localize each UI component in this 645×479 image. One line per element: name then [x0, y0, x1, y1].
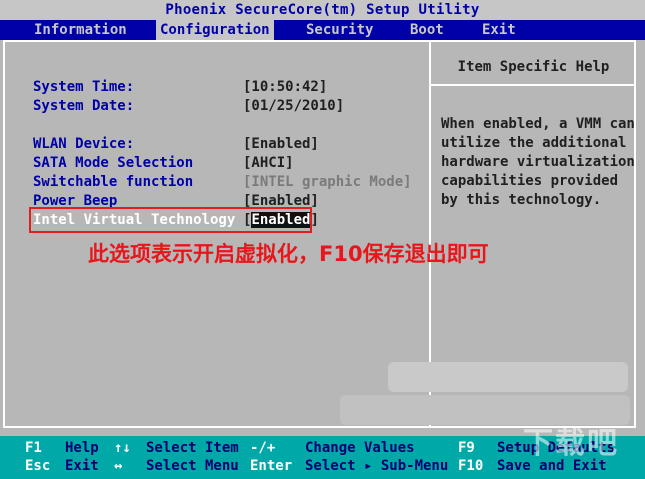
help-line: by this technology.	[441, 192, 602, 208]
system-time-label: System Time:	[33, 79, 135, 95]
menu-security[interactable]: Security	[302, 20, 377, 40]
highlight-box	[29, 207, 312, 233]
help-line: utilize the additional	[441, 135, 627, 151]
key-f9: F9	[458, 440, 475, 456]
annotation-text: 此选项表示开启虚拟化，F10保存退出即可	[88, 242, 489, 266]
watermark: 下载吧	[523, 426, 619, 461]
help-text: When enabled, a VMM can utilize the addi…	[441, 115, 635, 210]
help-line: hardware virtualization	[441, 154, 635, 170]
key-leftright-desc: Select Menu	[146, 458, 239, 474]
key-leftright: ↔	[114, 458, 123, 474]
switchable-function-value: [INTEL graphic Mode]	[243, 174, 412, 190]
help-line: capabilities provided	[441, 173, 619, 189]
smudge	[388, 362, 628, 392]
key-enter: Enter	[250, 458, 293, 474]
help-line: When enabled, a VMM can	[441, 116, 635, 132]
help-title-divider	[431, 84, 636, 86]
utility-title: Phoenix SecureCore(tm) Setup Utility	[0, 0, 645, 20]
bios-screen: Phoenix SecureCore(tm) Setup Utility Inf…	[0, 0, 645, 479]
key-updown-desc: Select Item	[146, 440, 239, 456]
wlan-device-value[interactable]: [Enabled]	[243, 136, 319, 152]
help-title: Item Specific Help	[457, 59, 610, 75]
system-date-value[interactable]: [01/25/2010]	[243, 98, 344, 114]
system-date-label: System Date:	[33, 98, 135, 114]
system-time-value[interactable]: [10:50:42]	[243, 79, 327, 95]
menu-boot[interactable]: Boot	[406, 20, 448, 40]
key-updown: ↑↓	[114, 440, 131, 456]
menu-bar: Information Configuration Security Boot …	[0, 20, 645, 40]
menu-information[interactable]: Information	[30, 20, 131, 40]
menu-configuration[interactable]: Configuration	[156, 20, 274, 40]
key-f1: F1	[25, 440, 42, 456]
key-esc-desc: Exit	[65, 458, 99, 474]
key-minus-plus: -/+	[250, 440, 276, 456]
key-f10: F10	[458, 458, 484, 474]
key-f1-desc: Help	[65, 440, 99, 456]
switchable-function-label: Switchable function	[33, 174, 194, 190]
wlan-device-label: WLAN Device:	[33, 136, 135, 152]
sata-mode-value[interactable]: [AHCI]	[243, 155, 294, 171]
key-minus-plus-desc: Change Values	[305, 440, 415, 456]
menu-exit[interactable]: Exit	[478, 20, 520, 40]
key-esc: Esc	[25, 458, 51, 474]
sata-mode-label: SATA Mode Selection	[33, 155, 194, 171]
key-enter-desc: Select ▸ Sub-Menu	[305, 458, 449, 474]
